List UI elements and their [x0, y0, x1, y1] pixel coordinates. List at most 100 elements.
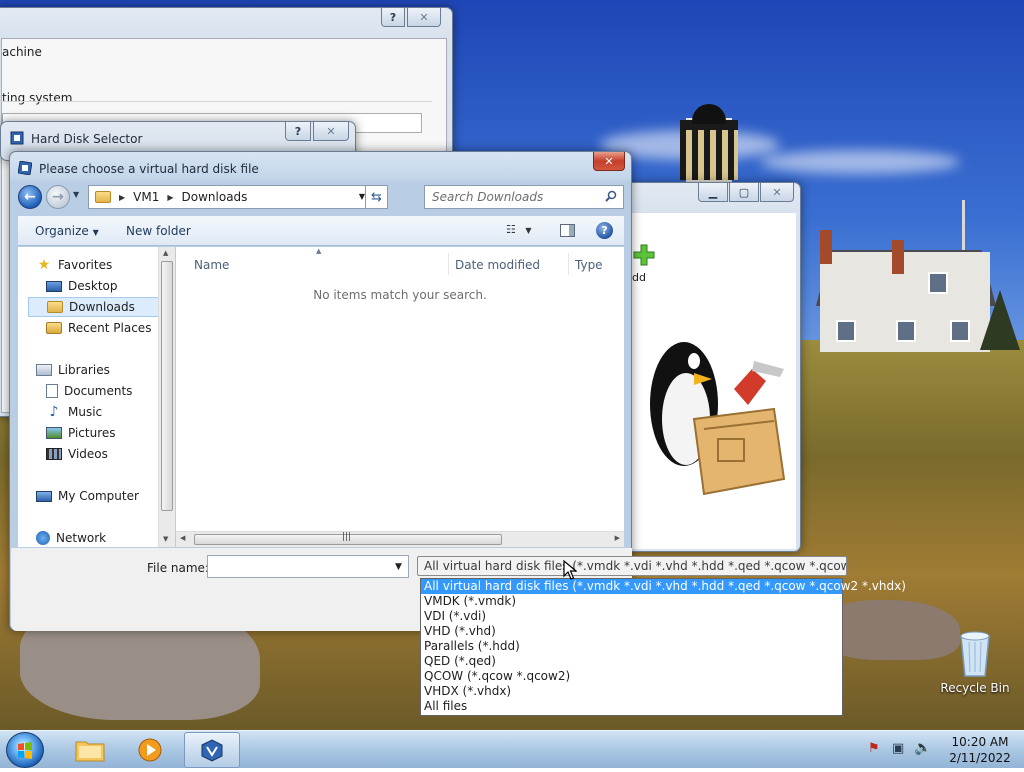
- action-center-flag-icon[interactable]: ⚑: [868, 741, 880, 756]
- breadcrumb-vm1[interactable]: VM1: [133, 190, 159, 204]
- windows-logo-icon: [18, 742, 32, 759]
- file-name-dropdown-icon[interactable]: ▼: [395, 562, 402, 572]
- nav-label: Videos: [68, 447, 108, 461]
- filter-option[interactable]: All files: [421, 699, 842, 714]
- scroll-right-icon[interactable]: ▶: [615, 534, 620, 542]
- nav-pane-scrollbar[interactable]: ▲ ▼: [158, 247, 175, 547]
- minimize-button[interactable]: ▁: [698, 183, 728, 202]
- nav-desktop[interactable]: Desktop: [46, 276, 118, 296]
- filter-option[interactable]: VHD (*.vhd): [421, 624, 842, 639]
- scroll-down-icon[interactable]: ▼: [163, 535, 168, 543]
- recycle-bin[interactable]: Recycle Bin: [940, 630, 1010, 695]
- filter-option[interactable]: VMDK (*.vmdk): [421, 594, 842, 609]
- system-tray: ⚑ ▣ 🔈: [860, 737, 940, 763]
- libraries-icon: [36, 364, 52, 376]
- pictures-icon: [46, 427, 62, 439]
- nav-label: Documents: [64, 384, 133, 398]
- column-header-name[interactable]: Name: [194, 258, 229, 272]
- help-caption-button[interactable]: ?: [381, 8, 405, 27]
- arrow-right-icon: →: [52, 189, 64, 205]
- chevron-right-icon[interactable]: ▶: [119, 193, 125, 202]
- view-list-icon: ☷: [506, 223, 516, 236]
- taskbar-explorer-button[interactable]: [62, 732, 118, 768]
- taskbar-media-player-button[interactable]: [122, 732, 178, 768]
- nav-pictures[interactable]: Pictures: [46, 423, 116, 443]
- nav-music[interactable]: ♪ Music: [46, 402, 103, 422]
- nav-label: Pictures: [68, 426, 116, 440]
- filter-option[interactable]: Parallels (*.hdd): [421, 639, 842, 654]
- column-header-type[interactable]: Type: [575, 258, 603, 272]
- manager-close-button[interactable]: ✕: [760, 183, 794, 202]
- filter-option[interactable]: QED (*.qed): [421, 654, 842, 669]
- nav-videos[interactable]: Videos: [46, 444, 108, 464]
- file-type-filter-select[interactable]: All virtual hard disk files (*.vmdk *.vd…: [417, 556, 847, 576]
- chevron-down-icon: ▼: [525, 226, 532, 235]
- filter-option[interactable]: VHDX (*.vhdx): [421, 684, 842, 699]
- hard-disk-selector-title: Hard Disk Selector: [31, 132, 143, 146]
- file-name-label: File name:: [147, 561, 209, 575]
- start-button[interactable]: [6, 732, 44, 768]
- window-heading: achine: [2, 45, 42, 59]
- close-caption-button[interactable]: ✕: [407, 8, 441, 27]
- breadcrumb-downloads[interactable]: Downloads: [182, 190, 248, 204]
- chevron-right-icon[interactable]: ▶: [167, 193, 173, 202]
- recycle-bin-label: Recycle Bin: [940, 681, 1010, 695]
- refresh-button[interactable]: ⇆: [365, 186, 387, 208]
- filter-option[interactable]: All virtual hard disk files (*.vmdk *.vd…: [421, 579, 906, 594]
- nav-libraries[interactable]: Libraries: [36, 360, 110, 380]
- maximize-button[interactable]: ▢: [729, 183, 759, 202]
- taskbar-clock[interactable]: 10:20 AM 2/11/2022: [940, 734, 1020, 766]
- search-placeholder: Search Downloads: [432, 190, 544, 204]
- scroll-left-icon[interactable]: ◀: [180, 534, 185, 542]
- filter-option[interactable]: VDI (*.vdi): [421, 609, 842, 624]
- folder-icon: [95, 191, 111, 203]
- dialog-close-button[interactable]: ✕: [593, 152, 625, 171]
- history-dropdown-button[interactable]: ▼: [73, 190, 79, 199]
- star-icon: ★: [37, 257, 51, 273]
- hds-close-button[interactable]: ✕: [313, 122, 349, 141]
- virtualbox-icon: [10, 131, 24, 145]
- volume-icon[interactable]: 🔈: [914, 740, 931, 756]
- change-view-button[interactable]: ☷ ▼: [506, 223, 542, 239]
- hds-help-button[interactable]: ?: [285, 122, 311, 141]
- address-bar[interactable]: ▶ VM1 ▶ Downloads ▼ ⇆: [88, 185, 388, 209]
- documents-icon: [46, 384, 58, 398]
- nav-favorites[interactable]: ★ Favorites: [36, 255, 113, 275]
- virtualbox-icon: [201, 739, 223, 762]
- nav-label: Favorites: [58, 258, 113, 272]
- new-folder-button[interactable]: New folder: [126, 224, 191, 238]
- search-icon: [605, 190, 617, 202]
- recycle-bin-icon: [960, 631, 990, 677]
- nav-documents[interactable]: Documents: [46, 381, 132, 401]
- arrow-left-icon: ←: [24, 189, 36, 205]
- downloads-folder-icon: [47, 301, 63, 313]
- search-input[interactable]: Search Downloads: [424, 185, 624, 209]
- organize-button[interactable]: Organize ▼: [35, 224, 99, 238]
- file-type-dropdown-list[interactable]: All virtual hard disk files (*.vmdk *.vd…: [420, 578, 906, 716]
- forward-button[interactable]: →: [46, 185, 70, 209]
- taskbar-virtualbox-button[interactable]: [184, 732, 240, 768]
- refresh-icon: ⇆: [371, 189, 382, 205]
- os-section-label: ting system: [2, 91, 73, 105]
- network-status-icon[interactable]: ▣: [892, 741, 904, 756]
- add-icon[interactable]: [632, 243, 656, 267]
- filter-option[interactable]: QCOW (*.qcow *.qcow2): [421, 669, 842, 684]
- preview-pane-button[interactable]: [560, 224, 575, 237]
- back-button[interactable]: ←: [18, 185, 42, 209]
- scrollbar-thumb[interactable]: [161, 261, 173, 511]
- scroll-up-icon[interactable]: ▲: [163, 249, 168, 257]
- file-list-pane: Name ▲ Date modified Type No items match…: [176, 247, 624, 547]
- nav-my-computer[interactable]: My Computer: [36, 486, 139, 506]
- horizontal-scrollbar[interactable]: ◀ ||| ▶: [176, 531, 624, 547]
- chevron-down-icon: ▼: [92, 228, 99, 237]
- nav-label: Music: [68, 405, 103, 419]
- media-player-icon: [138, 738, 162, 762]
- column-header-date[interactable]: Date modified: [455, 258, 540, 272]
- nav-recent-places[interactable]: Recent Places: [46, 318, 151, 338]
- help-button[interactable]: ?: [596, 222, 613, 239]
- file-name-input[interactable]: [207, 555, 409, 578]
- nav-downloads[interactable]: Downloads: [28, 297, 160, 317]
- mouse-cursor-icon: [563, 560, 577, 580]
- nav-network[interactable]: Network: [36, 528, 106, 547]
- nav-label: Libraries: [58, 363, 110, 377]
